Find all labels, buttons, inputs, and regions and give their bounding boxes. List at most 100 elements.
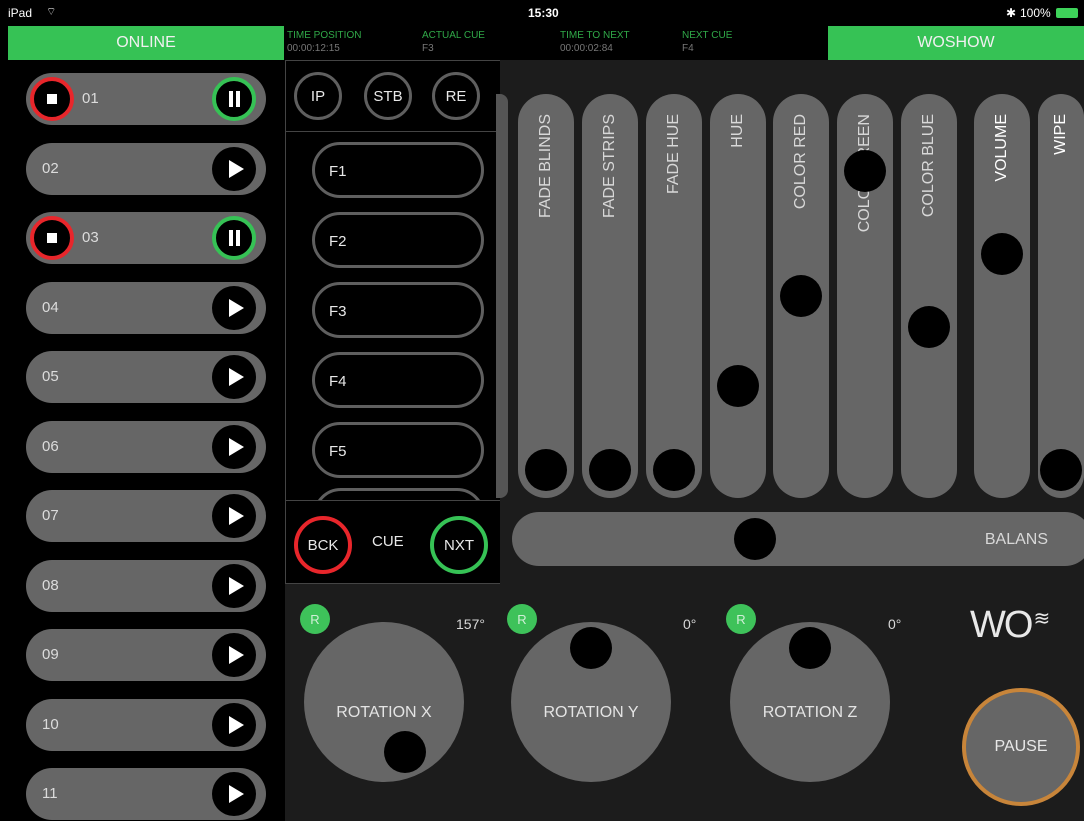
cue-row-05[interactable]: 05 <box>26 351 266 403</box>
cue-number: 01 <box>82 90 99 107</box>
slider-label: WIPE <box>1052 114 1069 155</box>
slider-knob[interactable] <box>908 306 950 348</box>
cue-number: 10 <box>42 716 59 733</box>
slider-knob[interactable] <box>981 233 1023 275</box>
rotation-degrees: 0° <box>888 616 902 632</box>
pause-button[interactable]: PAUSE <box>962 688 1080 806</box>
reset-rotation-button[interactable]: R <box>726 604 756 634</box>
rotation-dial-y[interactable]: ROTATION Y <box>511 622 671 782</box>
slider-knob[interactable] <box>525 449 567 491</box>
bluetooth-icon: ✱ <box>1006 6 1017 20</box>
back-cue-button[interactable]: BCK <box>294 516 352 574</box>
slider-color-green[interactable]: COLOR GREEN <box>837 94 893 498</box>
rotation-knob[interactable] <box>570 627 612 669</box>
wifi-icon: ⌔ <box>46 6 57 18</box>
slider-color-red[interactable]: COLOR RED <box>773 94 829 498</box>
cue-row-04[interactable]: 04 <box>26 282 266 334</box>
ip-button[interactable]: IP <box>294 72 342 120</box>
slider-fade-blinds[interactable]: FADE BLINDS <box>518 94 574 498</box>
play-icon[interactable] <box>212 494 256 538</box>
play-icon[interactable] <box>212 703 256 747</box>
slider-fade-strips[interactable]: FADE STRIPS <box>582 94 638 498</box>
cue-number: 05 <box>42 368 59 385</box>
function-cue-f3[interactable]: F3 <box>312 282 484 338</box>
function-cue-label: F4 <box>329 373 347 390</box>
pause-icon[interactable] <box>212 77 256 121</box>
stop-icon[interactable] <box>30 77 74 121</box>
slider-offscreen-left <box>496 94 508 498</box>
wo-logo: WO ≋ <box>970 604 1050 646</box>
time-to-next: TIME TO NEXT 00:00:02:84 <box>560 30 630 54</box>
slider-fade-hue[interactable]: FADE HUE <box>646 94 702 498</box>
function-cue-label: F5 <box>329 443 347 460</box>
rotation-degrees: 0° <box>683 616 697 632</box>
cue-row-03[interactable]: 03 <box>26 212 266 264</box>
cue-row-01[interactable]: 01 <box>26 73 266 125</box>
play-icon[interactable] <box>212 564 256 608</box>
show-name: WOSHOW <box>828 26 1084 60</box>
function-cue-f5[interactable]: F5 <box>312 422 484 478</box>
next-cue-button[interactable]: NXT <box>430 516 488 574</box>
balance-slider[interactable]: BALANS <box>512 512 1084 566</box>
slider-label: FADE BLINDS <box>537 114 554 219</box>
reset-rotation-button[interactable]: R <box>507 604 537 634</box>
reset-rotation-button[interactable]: R <box>300 604 330 634</box>
cue-number: 04 <box>42 299 59 316</box>
balance-label: BALANS <box>984 531 1048 548</box>
cue-row-06[interactable]: 06 <box>26 421 266 473</box>
rotation-knob[interactable] <box>789 627 831 669</box>
play-icon[interactable] <box>212 286 256 330</box>
cue-row-09[interactable]: 09 <box>26 629 266 681</box>
cue-row-11[interactable]: 11 <box>26 768 266 820</box>
play-icon[interactable] <box>212 425 256 469</box>
signal-icon: ≋ <box>1033 608 1050 630</box>
clock: 15:30 <box>528 6 559 20</box>
slider-hue[interactable]: HUE <box>710 94 766 498</box>
stb-button[interactable]: STB <box>364 72 412 120</box>
function-cue-label: F2 <box>329 233 347 250</box>
play-icon[interactable] <box>212 147 256 191</box>
play-icon[interactable] <box>212 772 256 816</box>
function-cue-label: F3 <box>329 303 347 320</box>
function-cue-f2[interactable]: F2 <box>312 212 484 268</box>
rotation-knob[interactable] <box>384 731 426 773</box>
cue-row-08[interactable]: 08 <box>26 560 266 612</box>
function-cue-f1[interactable]: F1 <box>312 142 484 198</box>
rotation-dial-z[interactable]: ROTATION Z <box>730 622 890 782</box>
slider-knob[interactable] <box>1040 449 1082 491</box>
cue-row-02[interactable]: 02 <box>26 143 266 195</box>
next-cue: NEXT CUE F4 <box>682 30 733 54</box>
rotation-dial-x[interactable]: ROTATION X <box>304 622 464 782</box>
slider-knob[interactable] <box>589 449 631 491</box>
time-position: TIME POSITION 00:00:12:15 <box>287 30 362 54</box>
slider-label: FADE HUE <box>665 114 682 195</box>
battery-icon <box>1056 8 1078 18</box>
pause-icon[interactable] <box>212 216 256 260</box>
slider-knob[interactable] <box>717 365 759 407</box>
stop-icon[interactable] <box>30 216 74 260</box>
rotation-label: ROTATION X <box>336 704 432 721</box>
slider-label: HUE <box>729 114 746 148</box>
cue-row-07[interactable]: 07 <box>26 490 266 542</box>
function-cue-f4[interactable]: F4 <box>312 352 484 408</box>
play-icon[interactable] <box>212 355 256 399</box>
slider-label: VOLUME <box>993 114 1010 182</box>
cue-number: 08 <box>42 577 59 594</box>
slider-color-blue[interactable]: COLOR BLUE <box>901 94 957 498</box>
balance-knob[interactable] <box>734 518 776 560</box>
slider-knob[interactable] <box>653 449 695 491</box>
slider-knob[interactable] <box>780 275 822 317</box>
battery-percent: 100% <box>1020 6 1051 20</box>
play-icon[interactable] <box>212 633 256 677</box>
cue-number: 06 <box>42 438 59 455</box>
online-status: ONLINE <box>8 26 284 60</box>
slider-wipe[interactable]: WIPE <box>1038 94 1084 498</box>
re-button[interactable]: RE <box>432 72 480 120</box>
slider-knob[interactable] <box>844 150 886 192</box>
slider-volume[interactable]: VOLUME <box>974 94 1030 498</box>
slider-label: COLOR BLUE <box>920 114 937 218</box>
cue-row-10[interactable]: 10 <box>26 699 266 751</box>
cue-number: 11 <box>42 785 58 802</box>
cue-number: 02 <box>42 160 59 177</box>
cue-number: 07 <box>42 507 59 524</box>
